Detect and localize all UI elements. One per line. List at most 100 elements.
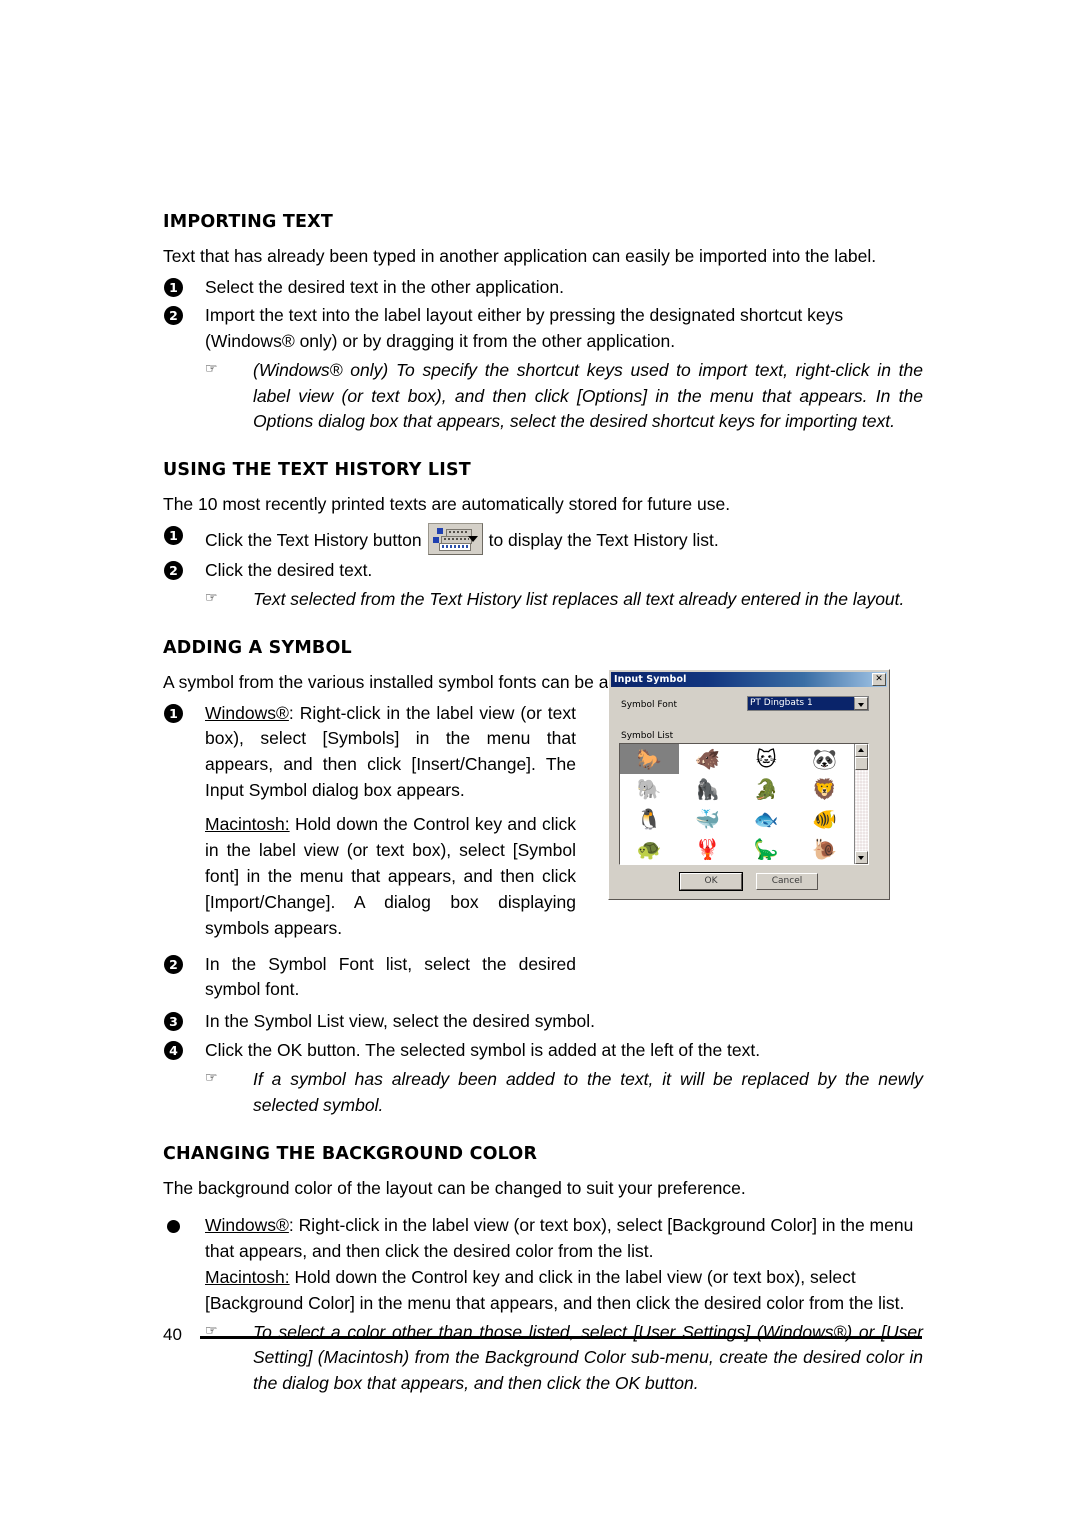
symbol-cell[interactable]: 🐢 [620,834,679,864]
step-text: In the Symbol List view, select the desi… [205,1011,596,1032]
symbol-cell[interactable]: 🐗 [679,744,738,774]
section-importing-text: IMPORTING TEXT Text that has already bee… [163,212,923,434]
platform-label-macintosh: Macintosh: [205,1267,290,1288]
page-title: IMPORTING TEXT [163,212,333,232]
list-item: 2 In the Symbol Font list, select the de… [163,952,576,1004]
platform-label-windows: Windows® [205,1215,289,1236]
adding-symbol-text-column: 1 Windows®: Right-click in the label vie… [163,701,576,1004]
step-marker: 1 [164,703,183,723]
text-history-button-icon [427,522,483,555]
note-text: (Windows® only) To specify the shortcut … [253,360,923,431]
chevron-down-icon[interactable] [854,697,868,710]
scroll-up-icon[interactable] [855,744,868,757]
section-intro: The background color of the layout can b… [163,1178,746,1199]
note-item: ☞ If a symbol has already been added to … [163,1067,923,1118]
cancel-button[interactable]: Cancel [756,873,818,890]
section-changing-background-color: CHANGING THE BACKGROUND COLOR The backgr… [163,1144,923,1396]
step-marker: 4 [164,1041,183,1061]
icon-bar [438,542,471,551]
symbol-cell[interactable]: 🐠 [796,804,855,834]
section-heading: CHANGING THE BACKGROUND COLOR [163,1143,538,1164]
dialog-button-row: OK Cancel [609,872,889,891]
symbol-cell[interactable]: 🦍 [679,774,738,804]
dialog-body: Symbol Font PT Dingbats 1 Symbol List 🐎 … [609,687,889,899]
list-item: Windows®: Right-click in the label view … [163,1213,923,1317]
input-symbol-dialog: Input Symbol ✕ Symbol Font PT Dingbats 1… [608,669,890,900]
close-icon[interactable]: ✕ [872,673,886,686]
symbol-cell[interactable]: 🐘 [620,774,679,804]
step-text: Click the desired text. [205,559,373,580]
symbol-cell[interactable]: 🐌 [796,834,855,864]
step-marker: 2 [164,560,183,580]
step-marker: 1 [164,525,183,545]
symbol-font-value: PT Dingbats 1 [748,697,854,710]
note-text: If a symbol has already been added to th… [253,1069,923,1115]
section-intro: The 10 most recently printed texts are a… [163,494,731,515]
scrollbar-track[interactable] [855,770,868,851]
symbol-font-label: Symbol Font [621,700,677,710]
symbol-grid[interactable]: 🐎 🐗 🐱 🐼 🐘 🦍 🐊 🦁 🐧 🐳 🐟 🐠 🐢 🦞 🦕 🐌 [620,744,854,864]
symbol-font-select[interactable]: PT Dingbats 1 [747,696,869,711]
dialog-title: Input Symbol [614,674,687,685]
symbol-cell[interactable]: 🐟 [737,804,796,834]
step-text: Windows®: Right-click in the label view … [205,701,576,805]
symbol-cell[interactable]: 🐱 [737,744,796,774]
list-item: 3 In the Symbol List view, select the de… [163,1009,923,1035]
symbol-cell[interactable]: 🐊 [737,774,796,804]
step-text-after: to display the Text History list. [488,529,719,550]
note-item: ☞ (Windows® only) To specify the shortcu… [163,358,923,434]
step-text-windows: : Right-click in the label view (or text… [205,1215,914,1262]
symbol-cell[interactable]: 🦕 [737,834,796,864]
step-marker: 1 [164,277,183,297]
section-heading: USING THE TEXT HISTORY LIST [163,460,471,481]
bullet-marker [167,1220,180,1234]
chevron-down-icon [467,535,478,542]
step-text: Import the text into the label layout ei… [205,305,844,352]
note-text: Text selected from the Text History list… [253,588,905,609]
step-text-mac-block: Macintosh: Hold down the Control key and… [205,1265,923,1317]
symbol-cell[interactable]: 🐼 [796,744,855,774]
ok-button[interactable]: OK [679,872,743,891]
step-marker: 2 [164,954,183,974]
step-text-before: Click the Text History button [205,529,422,550]
step-text: Select the desired text in the other app… [205,276,564,297]
scroll-down-icon[interactable] [855,851,868,864]
platform-label-windows: Windows® [205,702,289,723]
icon-accent [432,536,439,543]
list-item: 4 Click the OK button. The selected symb… [163,1038,923,1064]
scrollbar-thumb[interactable] [855,757,868,770]
platform-label-macintosh: Macintosh: [205,814,290,835]
list-item: 2 Click the desired text. [163,558,923,584]
list-item: 1 Windows®: Right-click in the label vie… [163,701,576,942]
list-item: 2 Import the text into the label layout … [163,303,923,355]
symbol-list-scrollbar[interactable] [854,744,868,864]
document-page: IMPORTING TEXT Text that has already bee… [0,0,1080,1526]
step-text: Click the Text History button to display … [205,522,923,555]
section-intro: Text that has already been typed in anot… [163,246,877,267]
pointing-hand-icon: ☞ [205,589,218,606]
note-item: ☞ Text selected from the Text History li… [163,587,923,612]
list-item: 1 Click the Text History button to displa… [163,522,923,555]
page-number: 40 [163,1325,182,1344]
symbol-cell[interactable]: 🦁 [796,774,855,804]
pointing-hand-icon: ☞ [205,361,218,378]
list-item: 1 Select the desired text in the other a… [163,275,923,301]
step-text-mac: Hold down the Control key and click in t… [205,1267,905,1314]
symbol-cell[interactable]: 🐳 [679,804,738,834]
step-marker: 3 [164,1012,183,1032]
footer-divider [200,1336,922,1339]
symbol-cell[interactable]: 🦞 [679,834,738,864]
symbol-list-label: Symbol List [621,731,674,741]
pointing-hand-icon: ☞ [205,1070,218,1087]
symbol-list-panel: 🐎 🐗 🐱 🐼 🐘 🦍 🐊 🦁 🐧 🐳 🐟 🐠 🐢 🦞 🦕 🐌 [619,743,869,865]
symbol-cell[interactable]: 🐎 [620,744,679,774]
step-text-mac-block: Macintosh: Hold down the Control key and… [205,812,576,941]
step-marker: 2 [164,306,183,326]
page-footer: 40 [163,1325,923,1345]
symbol-cell[interactable]: 🐧 [620,804,679,834]
dialog-title-bar: Input Symbol ✕ [611,672,887,687]
step-text: In the Symbol Font list, select the desi… [205,953,576,1000]
step-text: Click the OK button. The selected symbol… [205,1040,761,1061]
section-heading: ADDING A SYMBOL [163,638,352,659]
icon-accent [436,527,443,534]
